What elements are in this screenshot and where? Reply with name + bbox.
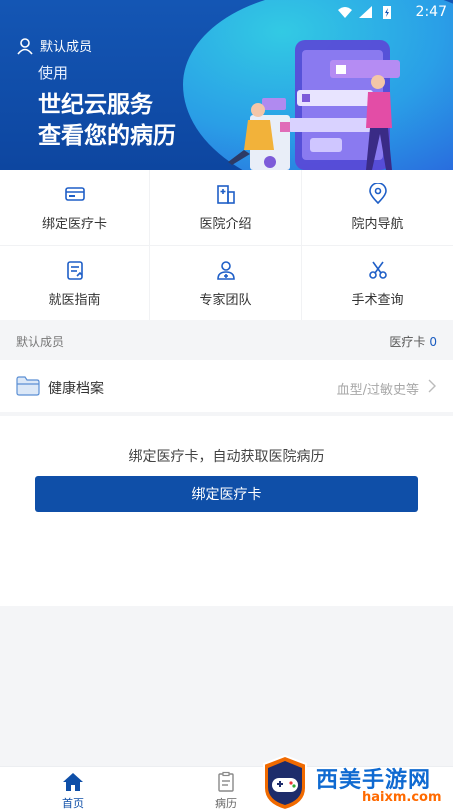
hospital-icon — [216, 185, 235, 204]
user-icon — [17, 37, 33, 55]
folder-icon — [16, 376, 40, 396]
hero-banner: 2:47 默认成员 使用 世纪云服务 查看您的病历 — [0, 0, 453, 170]
signal-icon — [359, 6, 372, 18]
home-icon — [63, 773, 83, 791]
tab-home-label: 首页 — [62, 797, 84, 810]
watermark-url: haixm.com — [362, 790, 442, 805]
hero-title-line2: 查看您的病历 — [38, 123, 176, 149]
status-icons — [337, 5, 395, 19]
card-icon — [64, 187, 85, 201]
member-switcher[interactable]: 默认成员 — [16, 36, 92, 55]
gamepad-logo-icon — [263, 754, 307, 812]
grid-item-hospital-intro[interactable]: 医院介绍 — [150, 170, 302, 246]
grid-item-label: 手术查询 — [351, 292, 404, 308]
chevron-right-icon — [428, 379, 436, 393]
tab-home[interactable]: 首页 — [43, 771, 103, 811]
hero-title-line1: 世纪云服务 — [38, 92, 153, 118]
status-bar: 2:47 — [0, 0, 453, 26]
bind-card-section: 绑定医疗卡，自动获取医院病历 绑定医疗卡 — [0, 416, 453, 606]
grid-item-surgery[interactable]: 手术查询 — [302, 246, 453, 320]
watermark: 西美手游网 haixm.com — [258, 754, 453, 812]
grid-item-label: 院内导航 — [351, 217, 404, 232]
card-count-link[interactable]: 医疗卡 0 — [389, 333, 437, 350]
scissors-icon — [368, 261, 387, 279]
health-record-hint: 血型/过敏史等 — [336, 383, 419, 398]
member-label: 默认成员 — [40, 40, 93, 55]
grid-item-label: 专家团队 — [199, 292, 252, 308]
member-row: 默认成员 医疗卡 0 — [0, 320, 453, 360]
grid-item-label: 医院介绍 — [199, 217, 252, 232]
member-name: 默认成员 — [16, 335, 65, 349]
bind-card-button[interactable]: 绑定医疗卡 — [35, 476, 418, 512]
grid-item-guide[interactable]: 就医指南 — [0, 246, 150, 320]
card-count-value: 0 — [429, 335, 437, 349]
grid-item-bind-card[interactable]: 绑定医疗卡 — [0, 170, 150, 246]
battery-icon — [383, 6, 391, 19]
service-grid: 绑定医疗卡 医院介绍 院内导航 就医指南 专家团队 手术查询 — [0, 170, 453, 320]
grid-item-label: 绑定医疗卡 — [41, 217, 107, 232]
wifi-icon — [338, 7, 352, 18]
hero-illustration — [228, 40, 400, 170]
card-count-label: 医疗卡 — [389, 335, 426, 349]
bind-card-message: 绑定医疗卡，自动获取医院病历 — [128, 449, 325, 465]
grid-item-navigation[interactable]: 院内导航 — [302, 170, 453, 246]
health-record-label: 健康档案 — [48, 381, 104, 397]
grid-item-experts[interactable]: 专家团队 — [150, 246, 302, 320]
health-record-row[interactable]: 健康档案 血型/过敏史等 — [0, 360, 453, 412]
guide-icon — [66, 260, 83, 280]
location-icon — [368, 183, 387, 205]
grid-item-label: 就医指南 — [48, 292, 101, 308]
tab-record-label: 病历 — [215, 797, 237, 810]
status-time: 2:47 — [415, 4, 447, 20]
doctor-icon — [216, 260, 235, 280]
clipboard-icon — [218, 771, 234, 792]
tab-record[interactable]: 病历 — [196, 771, 256, 811]
hero-use-text: 使用 — [38, 64, 69, 82]
